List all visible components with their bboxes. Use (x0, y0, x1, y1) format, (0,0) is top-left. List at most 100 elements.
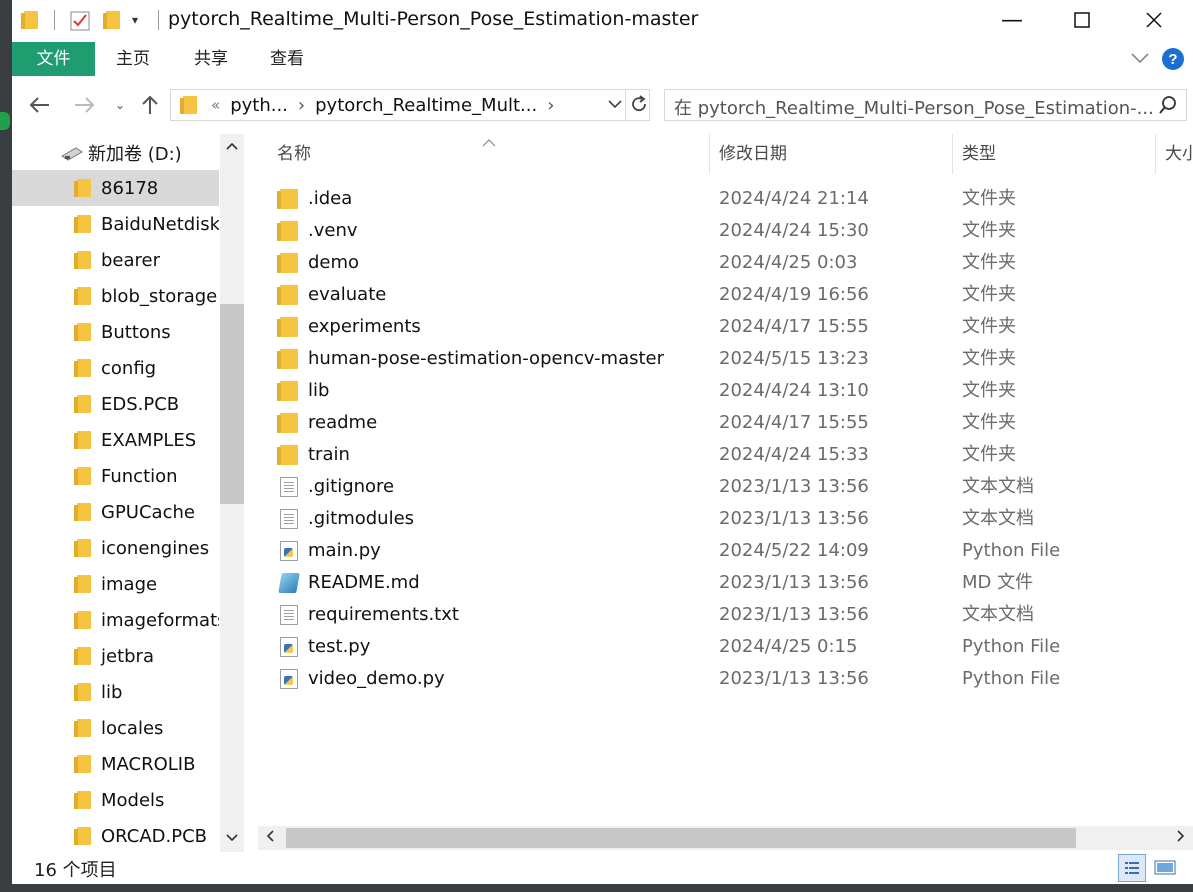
file-explorer-window: ▾ pytorch_Realtime_Multi-Person_Pose_Est… (12, 0, 1193, 884)
sidebar-item-folder[interactable]: EDS.PCB (12, 386, 219, 422)
file-row[interactable]: README.md 2023/1/13 13:56 MD 文件 (245, 567, 1193, 599)
sidebar-item-folder[interactable]: imageformats (12, 602, 219, 638)
scroll-down-icon[interactable] (220, 826, 244, 850)
file-row[interactable]: human-pose-estimation-opencv-master 2024/… (245, 343, 1193, 375)
folder-icon[interactable] (21, 11, 38, 29)
up-button[interactable] (138, 92, 162, 118)
file-type: MD 文件 (962, 572, 1034, 593)
address-divider (625, 90, 626, 120)
sidebar-item-label: locales (101, 717, 164, 739)
search-icon[interactable] (1158, 95, 1178, 119)
item-count: 16 个项目 (34, 860, 117, 881)
address-bar[interactable]: « pyth... › pytorch_Realtime_Mult... › (170, 89, 650, 121)
file-name: readme (308, 412, 378, 433)
folder-icon (74, 575, 91, 593)
file-type: 文件夹 (962, 348, 1016, 369)
file-row[interactable]: .gitignore 2023/1/13 13:56 文本文档 (245, 471, 1193, 503)
sidebar-item-folder[interactable]: MACROLIB (12, 746, 219, 782)
chevron-left-icon (266, 830, 274, 842)
scroll-up-icon[interactable] (220, 134, 244, 158)
file-row[interactable]: .gitmodules 2023/1/13 13:56 文本文档 (245, 503, 1193, 535)
sidebar-item-folder[interactable]: bearer (12, 242, 219, 278)
back-button[interactable] (26, 92, 52, 118)
file-row[interactable]: test.py 2024/4/25 0:15 Python File (245, 631, 1193, 663)
file-row[interactable]: train 2024/4/24 15:33 文件夹 (245, 439, 1193, 471)
sidebar-item-folder[interactable]: EXAMPLES (12, 422, 219, 458)
sidebar-item-folder[interactable]: 86178 (12, 170, 219, 206)
refresh-button[interactable] (629, 94, 649, 118)
sidebar-item-folder[interactable]: GPUCache (12, 494, 219, 530)
drive-item-d[interactable]: 新加卷 (D:) (60, 140, 182, 166)
folder-icon (74, 215, 91, 233)
sidebar-item-folder[interactable]: ORCAD.PCB (12, 818, 219, 852)
column-divider[interactable] (1155, 134, 1156, 174)
folder-icon (74, 287, 91, 305)
scroll-left-icon[interactable] (258, 826, 282, 850)
column-header-type[interactable]: 类型 (962, 134, 996, 174)
file-date: 2024/4/17 15:55 (719, 316, 869, 337)
breadcrumb-item[interactable]: pytorch_Realtime_Mult... (315, 95, 537, 116)
recent-locations-button[interactable]: ⌄ (110, 92, 130, 118)
file-date: 2024/4/24 15:33 (719, 444, 869, 465)
file-name: requirements.txt (308, 604, 459, 625)
column-header-size[interactable]: 大小 (1165, 134, 1193, 174)
search-box[interactable]: 在 pytorch_Realtime_Multi-Person_Pose_Est… (664, 89, 1187, 121)
file-row[interactable]: requirements.txt 2023/1/13 13:56 文本文档 (245, 599, 1193, 631)
file-row[interactable]: experiments 2024/4/17 15:55 文件夹 (245, 311, 1193, 343)
sidebar-item-folder[interactable]: image (12, 566, 219, 602)
folder-icon (74, 359, 91, 377)
sidebar-item-folder[interactable]: blob_storage (12, 278, 219, 314)
customize-toolbar-dropdown[interactable]: ▾ (132, 8, 138, 32)
tab-view[interactable]: 查看 (264, 42, 310, 76)
sidebar-item-folder[interactable]: jetbra (12, 638, 219, 674)
file-row[interactable]: .idea 2024/4/24 21:14 文件夹 (245, 183, 1193, 215)
help-button[interactable]: ? (1161, 47, 1185, 75)
file-row[interactable]: video_demo.py 2023/1/13 13:56 Python File (245, 663, 1193, 695)
close-button[interactable] (1119, 0, 1189, 40)
tab-share[interactable]: 共享 (188, 42, 234, 76)
sidebar-item-label: blob_storage (101, 285, 218, 307)
tab-file[interactable]: 文件 (12, 42, 95, 76)
file-row[interactable]: lib 2024/4/24 13:10 文件夹 (245, 375, 1193, 407)
column-divider[interactable] (709, 134, 710, 174)
scrollbar-thumb[interactable] (286, 828, 1076, 848)
large-icons-view-button[interactable] (1152, 854, 1180, 882)
scroll-right-icon[interactable] (1169, 826, 1193, 850)
sidebar-item-folder[interactable]: Models (12, 782, 219, 818)
column-header-date[interactable]: 修改日期 (719, 134, 787, 174)
column-header-name[interactable]: 名称 (277, 134, 311, 174)
scrollbar-thumb[interactable] (220, 304, 244, 504)
sidebar-item-folder[interactable]: Buttons (12, 314, 219, 350)
overflow-crumbs[interactable]: « (211, 96, 220, 114)
details-view-button[interactable] (1118, 854, 1146, 882)
properties-button[interactable] (70, 8, 90, 32)
chevron-right-icon[interactable]: › (298, 95, 305, 116)
new-folder-button[interactable] (103, 8, 120, 32)
horizontal-scrollbar[interactable] (258, 826, 1193, 850)
chevron-down-icon (226, 834, 238, 842)
sidebar-item-folder[interactable]: Function (12, 458, 219, 494)
folder-icon (74, 683, 91, 701)
maximize-button[interactable] (1047, 0, 1117, 40)
search-input[interactable]: 在 pytorch_Realtime_Multi-Person_Pose_Est… (674, 94, 1154, 120)
sidebar-item-folder[interactable]: BaiduNetdiskD (12, 206, 219, 242)
file-type: 文件夹 (962, 380, 1016, 401)
breadcrumb-item[interactable]: pyth... (230, 95, 288, 116)
file-row[interactable]: readme 2024/4/17 15:55 文件夹 (245, 407, 1193, 439)
sidebar-item-folder[interactable]: config (12, 350, 219, 386)
tab-home[interactable]: 主页 (110, 42, 156, 76)
sidebar-item-folder[interactable]: locales (12, 710, 219, 746)
file-row[interactable]: main.py 2024/5/22 14:09 Python File (245, 535, 1193, 567)
file-row[interactable]: .venv 2024/4/24 15:30 文件夹 (245, 215, 1193, 247)
file-row[interactable]: demo 2024/4/25 0:03 文件夹 (245, 247, 1193, 279)
nav-scrollbar[interactable] (220, 134, 244, 852)
minimize-button[interactable]: — (977, 0, 1047, 40)
sidebar-item-folder[interactable]: lib (12, 674, 219, 710)
file-row[interactable]: evaluate 2024/4/19 16:56 文件夹 (245, 279, 1193, 311)
chevron-right-icon[interactable]: › (547, 95, 554, 116)
sidebar-item-folder[interactable]: iconengines (12, 530, 219, 566)
address-history-dropdown[interactable] (607, 96, 623, 116)
column-divider[interactable] (952, 134, 953, 174)
expand-ribbon-button[interactable] (1130, 50, 1150, 69)
forward-button[interactable] (72, 92, 98, 118)
